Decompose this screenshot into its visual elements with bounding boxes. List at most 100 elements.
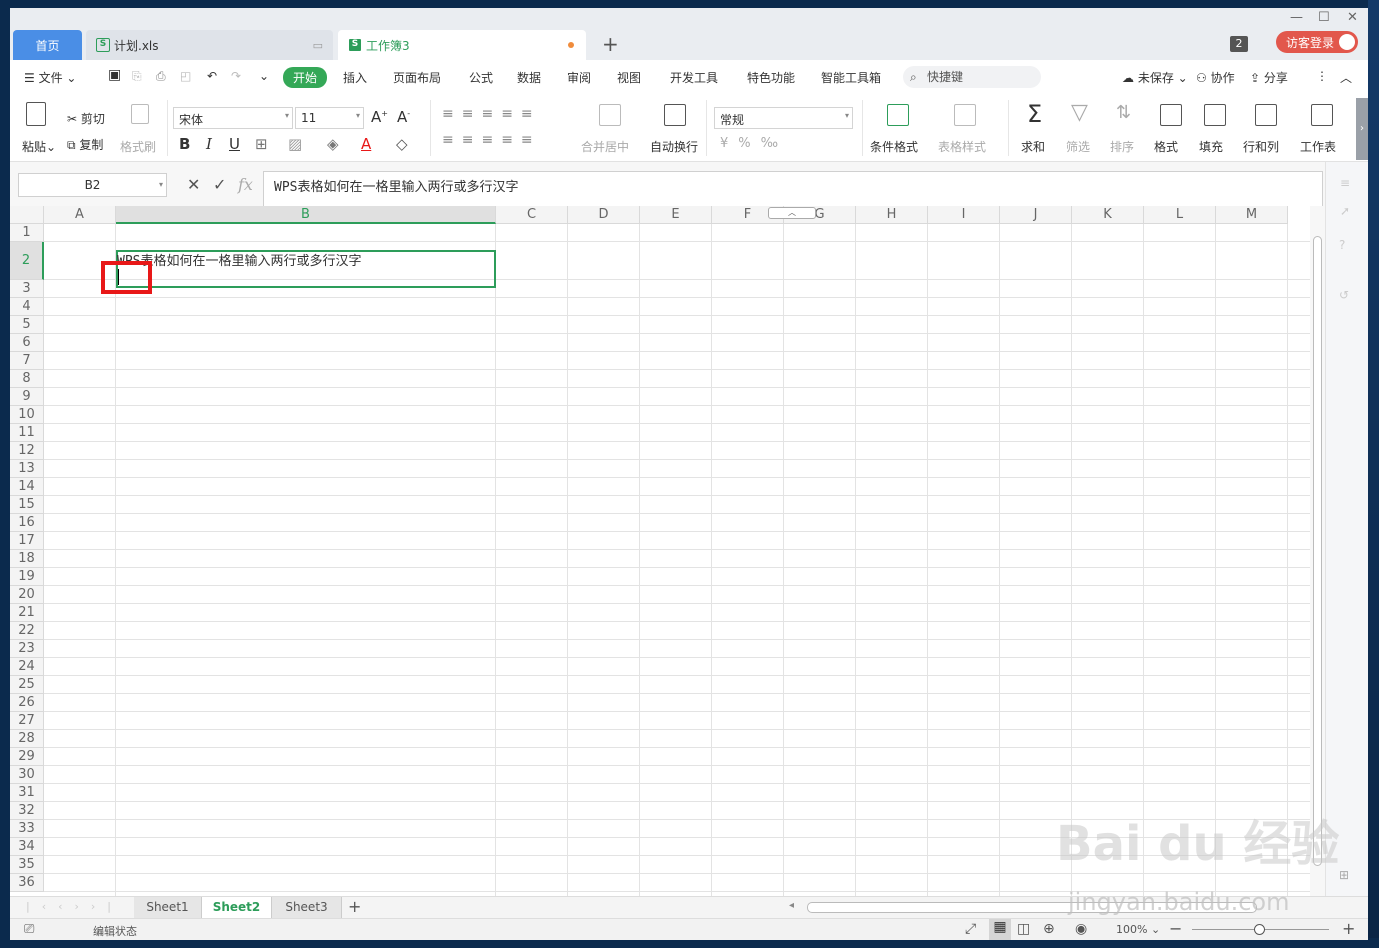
row-header-18[interactable]: 18	[10, 550, 44, 568]
column-header-j[interactable]: J	[1000, 206, 1072, 224]
row-header-9[interactable]: 9	[10, 388, 44, 406]
row-header-21[interactable]: 21	[10, 604, 44, 622]
minimize-icon[interactable]: —	[1290, 10, 1303, 25]
page-layout-view-icon[interactable]: ⊕	[1043, 921, 1055, 937]
number-format-select[interactable]: 常规 ▾	[714, 107, 853, 129]
quick-access-more-icon[interactable]: ⌄	[259, 69, 269, 83]
font-color-icon[interactable]: A	[361, 135, 371, 153]
filter-icon[interactable]: ▽	[1071, 100, 1088, 125]
macro-icon[interactable]: ⎚	[24, 922, 34, 937]
row-header-19[interactable]: 19	[10, 568, 44, 586]
menu-features[interactable]: 特色功能	[747, 69, 795, 86]
row-header-11[interactable]: 11	[10, 424, 44, 442]
copy-button[interactable]: ⧉ 复制	[67, 136, 103, 153]
export-icon[interactable]: ⎘	[132, 69, 142, 84]
menu-page-layout[interactable]: 页面布局	[393, 69, 441, 86]
redo-icon[interactable]: ↷	[231, 69, 241, 83]
column-header-h[interactable]: H	[856, 206, 928, 224]
merge-icon[interactable]	[599, 104, 621, 126]
merge-center-button[interactable]: 合并居中	[581, 138, 629, 155]
tab-file-plan[interactable]: S 计划.xls ▭	[86, 30, 333, 60]
conditional-format-icon[interactable]	[887, 104, 909, 126]
share-button[interactable]: ⇪ 分享	[1250, 69, 1288, 86]
guest-login-button[interactable]: 访客登录	[1276, 31, 1358, 53]
menu-developer[interactable]: 开发工具	[670, 69, 718, 86]
column-header-c[interactable]: C	[496, 206, 568, 224]
column-header-e[interactable]: E	[640, 206, 712, 224]
row-header-30[interactable]: 30	[10, 766, 44, 784]
menu-home[interactable]: 开始	[283, 67, 328, 88]
conditional-format-button[interactable]: 条件格式	[870, 138, 918, 155]
row-header-28[interactable]: 28	[10, 730, 44, 748]
row-header-27[interactable]: 27	[10, 712, 44, 730]
apps-grid-icon[interactable]: ⊞	[1339, 868, 1349, 882]
column-header-m[interactable]: M	[1216, 206, 1288, 224]
zoom-level[interactable]: 100% ⌄	[1116, 923, 1160, 936]
row-header-8[interactable]: 8	[10, 370, 44, 388]
help-icon[interactable]: ?	[1339, 238, 1345, 252]
close-icon[interactable]: ✕	[1347, 10, 1358, 25]
refresh-icon[interactable]: ↺	[1339, 288, 1349, 302]
format-icon[interactable]	[1160, 104, 1182, 126]
sum-button[interactable]: 求和	[1021, 138, 1045, 155]
paste-button[interactable]: 粘贴⌄	[22, 138, 56, 155]
row-header-5[interactable]: 5	[10, 316, 44, 334]
monitor-icon[interactable]: ▭	[313, 39, 323, 52]
underline-icon[interactable]: U	[229, 135, 240, 153]
column-header-b[interactable]: B	[116, 206, 496, 224]
menu-file[interactable]: ☰ 文件 ⌄	[24, 69, 76, 86]
italic-icon[interactable]: I	[206, 135, 212, 153]
fullscreen-icon[interactable]: ⤢	[965, 921, 976, 937]
fill-color-icon[interactable]: ◈	[327, 135, 339, 153]
sort-icon[interactable]: ⇅	[1116, 102, 1131, 123]
column-header-l[interactable]: L	[1144, 206, 1216, 224]
tab-workbook3[interactable]: S 工作簿3	[338, 30, 586, 60]
cursor-icon[interactable]: ➚	[1340, 204, 1350, 218]
scroll-left-icon[interactable]: ◂	[789, 900, 794, 911]
row-header-23[interactable]: 23	[10, 640, 44, 658]
font-name-select[interactable]: 宋体 ▾	[173, 107, 293, 129]
page-break-view-icon[interactable]: ◫	[1017, 921, 1030, 937]
tab-home[interactable]: 首页	[13, 30, 82, 60]
row-header-24[interactable]: 24	[10, 658, 44, 676]
add-sheet-icon[interactable]: +	[348, 897, 361, 916]
format-painter-icon[interactable]	[131, 104, 149, 124]
row-header-10[interactable]: 10	[10, 406, 44, 424]
print-icon[interactable]: ⎙	[156, 69, 166, 84]
sum-icon[interactable]: Σ	[1027, 100, 1042, 128]
collapse-ribbon-icon[interactable]: ︿	[1340, 69, 1352, 86]
table-style-button[interactable]: 表格样式	[938, 138, 986, 155]
row-header-17[interactable]: 17	[10, 532, 44, 550]
confirm-icon[interactable]: ✓	[213, 175, 226, 194]
window-count-badge[interactable]: 2	[1230, 36, 1248, 52]
fill-pattern-icon[interactable]: ▨	[288, 135, 302, 153]
zoom-slider-thumb[interactable]	[1254, 924, 1265, 935]
formula-input[interactable]: WPS表格如何在一格里输入两行或多行汉字	[263, 171, 1323, 209]
sheet-tab-3[interactable]: Sheet3	[272, 897, 342, 918]
row-header-12[interactable]: 12	[10, 442, 44, 460]
row-header-13[interactable]: 13	[10, 460, 44, 478]
wrap-text-button[interactable]: 自动换行	[650, 138, 698, 155]
font-size-select[interactable]: 11 ▾	[295, 107, 364, 129]
panel-menu-icon[interactable]: ≡	[1340, 176, 1350, 190]
row-header-4[interactable]: 4	[10, 298, 44, 316]
menu-insert[interactable]: 插入	[343, 69, 367, 86]
row-header-15[interactable]: 15	[10, 496, 44, 514]
menu-formula[interactable]: 公式	[469, 69, 493, 86]
row-header-26[interactable]: 26	[10, 694, 44, 712]
row-header-31[interactable]: 31	[10, 784, 44, 802]
menu-view[interactable]: 视图	[617, 69, 641, 86]
save-icon[interactable]: ▣	[108, 67, 121, 83]
row-header-16[interactable]: 16	[10, 514, 44, 532]
row-header-2[interactable]: 2	[10, 242, 44, 280]
menu-smart-toolbox[interactable]: 智能工具箱	[821, 69, 881, 86]
decrease-font-icon[interactable]: A-	[397, 108, 410, 126]
column-header-k[interactable]: K	[1072, 206, 1144, 224]
row-header-25[interactable]: 25	[10, 676, 44, 694]
increase-font-icon[interactable]: A+	[371, 108, 388, 126]
column-header-i[interactable]: I	[928, 206, 1000, 224]
menu-data[interactable]: 数据	[517, 69, 541, 86]
worksheet-icon[interactable]	[1311, 104, 1333, 126]
insert-function-icon[interactable]: fx	[238, 175, 253, 194]
row-header-20[interactable]: 20	[10, 586, 44, 604]
